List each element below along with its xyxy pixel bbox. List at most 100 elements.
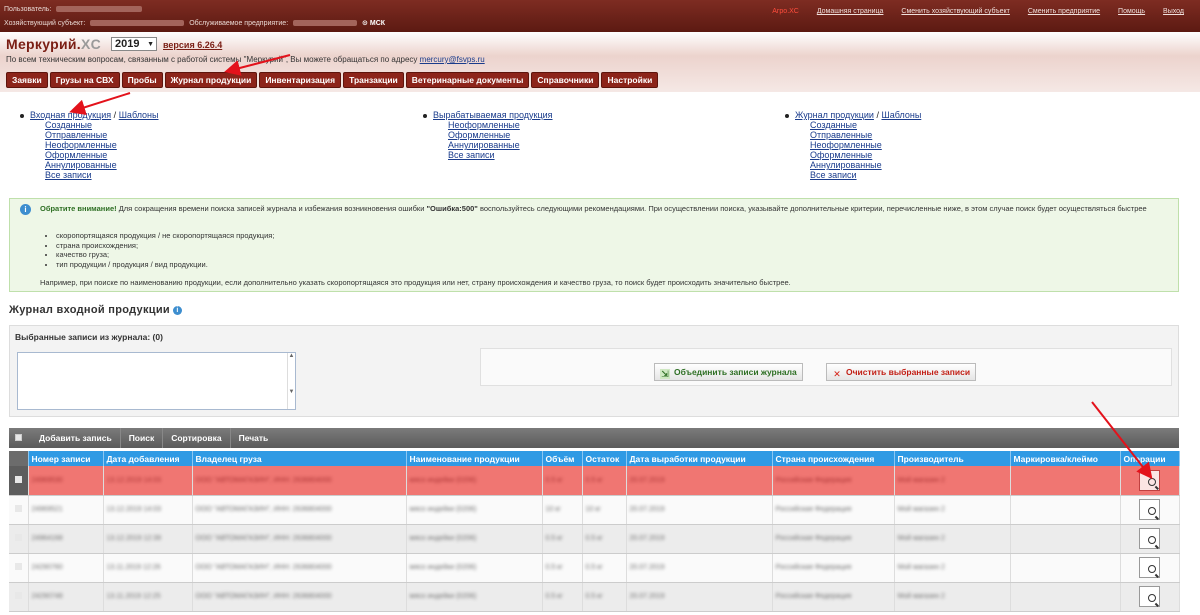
journal-sent-link[interactable]: Отправленные xyxy=(810,130,872,140)
cell-rest: 10 кг xyxy=(582,495,627,525)
merge-records-button[interactable]: ⇲ Объединить записи журнала xyxy=(654,363,803,381)
produced-cancelled-link[interactable]: Аннулированные xyxy=(448,140,520,150)
enterprise-label: Обслуживаемое предприятие: xyxy=(189,20,289,27)
table-row[interactable]: 24964168 13.12.2019 12:39 ООО "АВТОМАГАЗИН… xyxy=(9,524,1180,554)
tab-svh-cargo[interactable]: Грузы на СВХ xyxy=(49,72,120,88)
help-link[interactable]: Помощь xyxy=(1118,8,1145,15)
journal-templates-link[interactable]: Шаблоны xyxy=(881,110,921,120)
tab-inventory[interactable]: Инвентаризация xyxy=(259,72,342,88)
support-email-link[interactable]: mercury@fsvps.ru xyxy=(420,55,485,64)
cell-maker-text: Мой магазин 2 xyxy=(897,535,945,542)
sort-button[interactable]: Сортировка xyxy=(163,428,231,448)
journal-created-link[interactable]: Созданные xyxy=(810,120,857,130)
tab-directories[interactable]: Справочники xyxy=(531,72,600,88)
support-text: По всем техническим вопросам, связанным … xyxy=(6,55,485,64)
journal-table: Номер записи Дата добавления Владелец гр… xyxy=(9,451,1180,612)
header-product[interactable]: Наименование продукции xyxy=(406,451,543,466)
row-checkbox[interactable] xyxy=(14,534,22,541)
row-checkbox-cell xyxy=(9,582,29,612)
row-checkbox[interactable] xyxy=(14,563,22,570)
logout-link[interactable]: Выход xyxy=(1163,8,1184,15)
table-row[interactable]: 24290760 13.11.2019 12:26 ООО "АВТОМАГАЗИН… xyxy=(9,553,1180,583)
tab-requests[interactable]: Заявки xyxy=(6,72,48,88)
logo[interactable]: Меркурий.XC xyxy=(6,36,101,52)
header-maker[interactable]: Производитель xyxy=(894,451,1011,466)
incoming-products-link[interactable]: Входная продукция xyxy=(30,110,111,120)
header-owner[interactable]: Владелец груза xyxy=(192,451,407,466)
row-checkbox[interactable] xyxy=(14,592,22,599)
change-enterprise-link[interactable]: Сменить предприятие xyxy=(1028,8,1100,15)
notice-list: скоропортящаяся продукция / не скоропорт… xyxy=(56,231,274,270)
agro-link[interactable]: Агро.XC xyxy=(772,8,799,15)
year-select[interactable]: 2019 ▼ xyxy=(111,37,157,51)
journal-products-link[interactable]: Журнал продукции xyxy=(795,110,874,120)
cell-number: 24969530 xyxy=(28,466,104,496)
produced-products-link[interactable]: Вырабатываемая продукция xyxy=(433,110,553,120)
table-row[interactable]: 24290748 13.11.2019 12:25 ООО "АВТОМАГАЗИН… xyxy=(9,582,1180,612)
tab-vet-documents[interactable]: Ветеринарные документы xyxy=(405,72,530,88)
cell-number: 24290748 xyxy=(28,582,104,612)
version-link[interactable]: версия 6.26.4 xyxy=(163,40,222,50)
journal-processed-link[interactable]: Оформленные xyxy=(810,150,872,160)
header-country[interactable]: Страна происхождения xyxy=(772,451,895,466)
view-record-button[interactable] xyxy=(1139,557,1160,578)
incoming-all-link[interactable]: Все записи xyxy=(45,170,92,180)
change-entity-link[interactable]: Сменить хозяйствующий субъект xyxy=(901,8,1010,15)
view-record-button[interactable] xyxy=(1139,469,1160,491)
add-record-button[interactable]: Добавить запись xyxy=(31,428,121,448)
row-checkbox[interactable] xyxy=(14,505,22,512)
cell-maker: Мой магазин 2 xyxy=(894,524,1011,554)
scrollbar[interactable]: ▲ ▼ xyxy=(287,353,295,409)
header-rest[interactable]: Остаток xyxy=(582,451,627,466)
tab-settings[interactable]: Настройки xyxy=(601,72,659,88)
produced-unprocessed-link[interactable]: Неоформленные xyxy=(448,120,520,130)
cell-number-text: 24290760 xyxy=(31,564,63,571)
incoming-created-link[interactable]: Созданные xyxy=(45,120,92,130)
cell-prod-date-text: 20.07.2019 xyxy=(629,476,665,484)
incoming-sent-link[interactable]: Отправленные xyxy=(45,130,107,140)
header-date-added[interactable]: Дата добавления xyxy=(103,451,193,466)
home-link[interactable]: Домашняя страница xyxy=(817,8,884,15)
tab-samples[interactable]: Пробы xyxy=(121,72,163,88)
incoming-unprocessed-link[interactable]: Неоформленные xyxy=(45,140,117,150)
incoming-cancelled-link[interactable]: Аннулированные xyxy=(45,160,117,170)
incoming-templates-link[interactable]: Шаблоны xyxy=(119,110,159,120)
view-record-button[interactable] xyxy=(1139,586,1160,607)
selected-records-list[interactable]: ▲ ▼ xyxy=(17,352,296,410)
journal-cancelled-link[interactable]: Аннулированные xyxy=(810,160,882,170)
header-prod-date[interactable]: Дата выработки продукции xyxy=(626,451,773,466)
select-all-checkbox[interactable] xyxy=(15,434,22,441)
row-checkbox-cell xyxy=(9,495,29,525)
tab-transactions[interactable]: Транзакции xyxy=(343,72,404,88)
magnifier-icon xyxy=(1148,565,1156,573)
tab-product-journal[interactable]: Журнал продукции xyxy=(164,72,258,88)
cell-owner-text: ООО "АВТОМАГАЗИН", ИНН: 2636804000 xyxy=(195,506,332,513)
cell-prod-date-text: 20.07.2019 xyxy=(629,564,665,571)
cell-product: мясо индейки (0206) xyxy=(406,495,543,525)
header-number[interactable]: Номер записи xyxy=(28,451,104,466)
produced-processed-link[interactable]: Оформленные xyxy=(448,130,510,140)
table-toolbar: Добавить запись Поиск Сортировка Печать xyxy=(9,428,1179,448)
journal-all-link[interactable]: Все записи xyxy=(810,170,857,180)
search-button[interactable]: Поиск xyxy=(121,428,164,448)
info-icon[interactable]: i xyxy=(172,305,182,315)
cell-owner-text: ООО "АВТОМАГАЗИН", ИНН: 2636804000 xyxy=(195,535,332,542)
header-mark[interactable]: Маркировка/клеймо xyxy=(1010,451,1121,466)
cell-volume: 0.5 кг xyxy=(542,553,583,583)
cell-volume-text: 10 кг xyxy=(545,506,561,513)
cell-rest-text: 0.5 кг xyxy=(585,564,603,571)
print-button[interactable]: Печать xyxy=(231,428,277,448)
cell-prod-date: 20.07.2019 xyxy=(626,582,773,612)
incoming-processed-link[interactable]: Оформленные xyxy=(45,150,107,160)
table-row[interactable]: 24969521 13.12.2019 14:03 ООО "АВТОМАГАЗИН… xyxy=(9,495,1180,525)
header-volume[interactable]: Объём xyxy=(542,451,583,466)
clear-selected-button[interactable]: ✕ Очистить выбранные записи xyxy=(826,363,977,381)
cell-maker: Мой магазин 2 xyxy=(894,553,1011,583)
journal-unprocessed-link[interactable]: Неоформленные xyxy=(810,140,882,150)
produced-all-link[interactable]: Все записи xyxy=(448,150,495,160)
view-record-button[interactable] xyxy=(1139,528,1160,549)
row-checkbox[interactable] xyxy=(14,475,22,483)
table-row[interactable]: 24969530 13.12.2019 14:03 ООО "АВТОМАГАЗИН… xyxy=(9,466,1180,496)
view-record-button[interactable] xyxy=(1139,499,1160,520)
cell-maker: Мой магазин 2 xyxy=(894,495,1011,525)
